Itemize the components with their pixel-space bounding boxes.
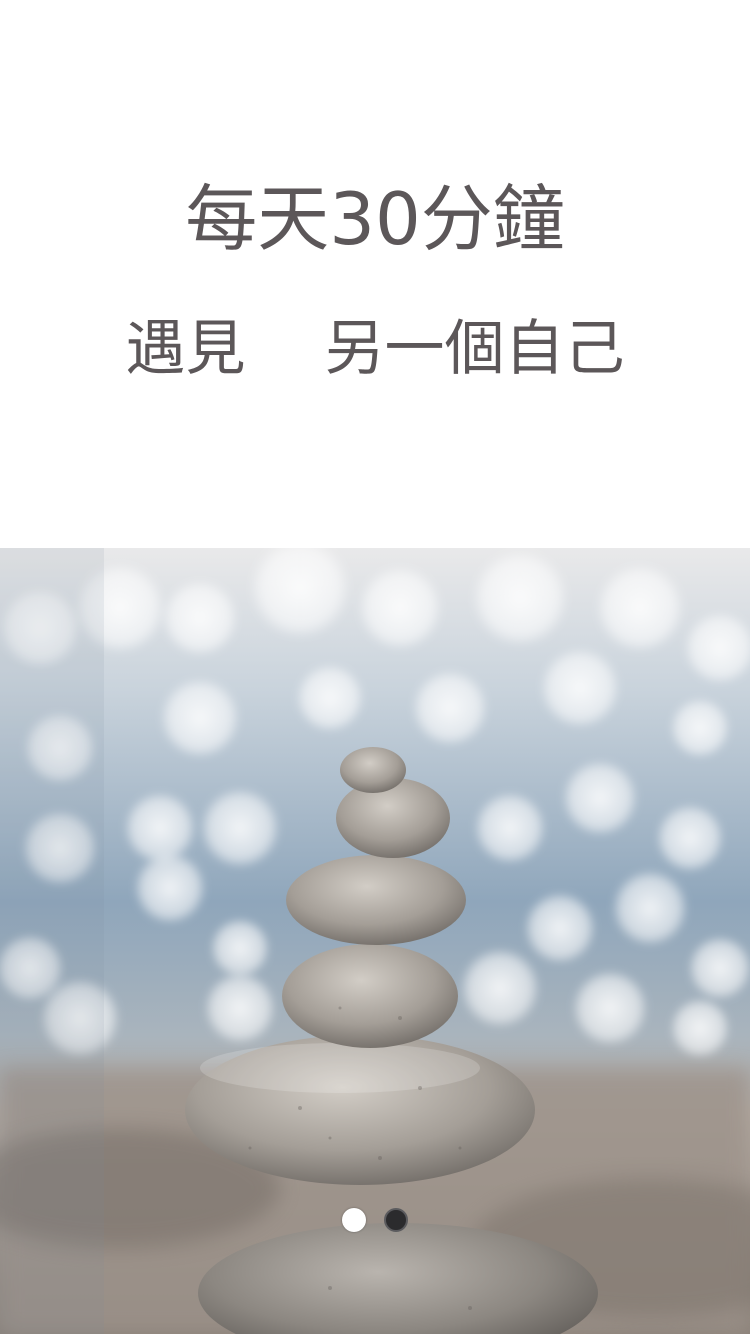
page-dot-2[interactable] <box>384 1208 408 1232</box>
hero-image-stacked-stones <box>0 548 750 1334</box>
page-dot-1-active[interactable] <box>342 1208 366 1232</box>
subline-text: 遇見 另一個自己 <box>125 314 625 384</box>
onboarding-screen: 每天30分鐘 遇見 另一個自己 <box>0 0 750 1334</box>
headline-text: 每天30分鐘 <box>185 177 565 261</box>
pagination-dots[interactable] <box>0 1208 750 1234</box>
